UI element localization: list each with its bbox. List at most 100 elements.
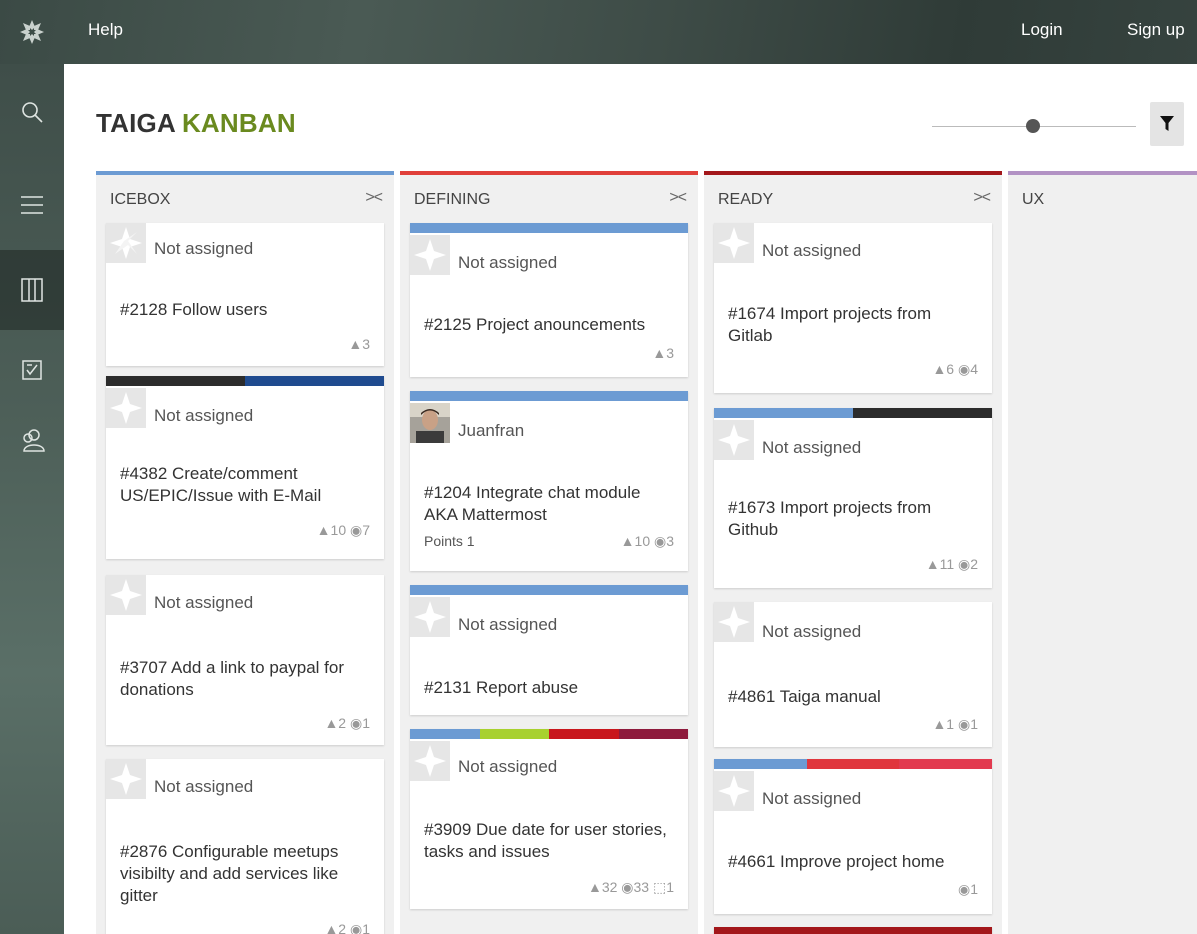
us-card-partial[interactable] [714, 927, 992, 934]
assignee-name: Not assigned [154, 777, 254, 796]
fold-column-button[interactable]: >< [365, 189, 383, 207]
taiga-logo-icon[interactable] [0, 0, 64, 64]
column-defining: DEFINING >< Not assigned #2125 Project a… [400, 171, 698, 934]
us-card-4861[interactable]: Not assigned #4861 Taiga manual ▲1 ◉1 [714, 602, 992, 747]
us-card-4382[interactable]: Not assigned #4382 Create/comment US/EPI… [106, 376, 384, 559]
us-stats: ▲32 ◉33 ⬚1 [587, 879, 674, 895]
avatar [410, 597, 450, 637]
us-subject[interactable]: #4382 Create/comment US/EPIC/Issue with … [120, 463, 370, 507]
project-name: TAIGA [96, 108, 176, 138]
us-card-4661[interactable]: Not assigned #4661 Improve project home … [714, 759, 992, 914]
us-stats: ▲6 ◉4 [932, 361, 978, 377]
us-stats: ▲2 ◉1 [324, 715, 370, 731]
issues-icon[interactable] [0, 340, 64, 400]
kanban-main: TAIGA KANBAN ICEBOX >< Not assigned #2128… [64, 64, 1197, 934]
avatar [106, 223, 146, 263]
fold-column-button[interactable]: >< [669, 189, 687, 207]
assignee-name: Not assigned [762, 438, 862, 457]
column-title: ICEBOX [110, 191, 171, 208]
us-card-2131[interactable]: Not assigned #2131 Report abuse [410, 585, 688, 715]
avatar [106, 575, 146, 615]
column-color-bar [1008, 171, 1197, 175]
search-icon[interactable] [0, 82, 64, 142]
assignee-name: Juanfran [458, 421, 525, 440]
us-stats: ▲3 [348, 336, 370, 352]
column-icebox: ICEBOX >< Not assigned #2128 Follow user… [96, 171, 394, 934]
filter-icon [1160, 116, 1174, 131]
section-name: KANBAN [181, 108, 296, 138]
avatar [106, 388, 146, 428]
tag-bar [714, 408, 992, 418]
zoom-slider-handle[interactable] [1026, 119, 1040, 133]
assignee-name: Not assigned [762, 241, 862, 260]
assignee-name: Not assigned [762, 622, 862, 641]
assignee-name: Not assigned [154, 593, 254, 612]
project-sidebar [0, 64, 64, 934]
assignee-name: Not assigned [154, 406, 254, 425]
us-subject[interactable]: #1674 Import projects from Gitlab [728, 303, 978, 347]
page-title: TAIGA KANBAN [96, 108, 296, 139]
column-title: READY [718, 191, 774, 208]
us-subject[interactable]: #1204 Integrate chat module AKA Mattermo… [424, 482, 674, 526]
us-subject[interactable]: #4661 Improve project home [728, 851, 978, 873]
team-icon[interactable] [0, 410, 64, 470]
us-stats: ▲1 ◉1 [932, 716, 978, 732]
us-subject[interactable]: #2125 Project anouncements [424, 314, 674, 336]
kanban-icon[interactable] [0, 250, 64, 330]
us-card-1204[interactable]: Juanfran #1204 Integrate chat module AKA… [410, 391, 688, 571]
tag-bar [410, 729, 688, 739]
column-color-bar [96, 171, 394, 175]
us-stats: ▲2 ◉1 [324, 921, 370, 934]
us-subject[interactable]: #2128 Follow users [120, 299, 370, 321]
us-subject[interactable]: #3707 Add a link to paypal for donations [120, 657, 370, 701]
avatar [714, 223, 754, 263]
filter-button[interactable] [1150, 102, 1184, 146]
tag-bar [410, 585, 688, 595]
avatar-juanfran [410, 403, 450, 443]
us-stats: ◉1 [957, 881, 978, 897]
avatar [714, 771, 754, 811]
us-card-1674[interactable]: Not assigned #1674 Import projects from … [714, 223, 992, 393]
column-title: DEFINING [414, 191, 491, 208]
avatar [714, 420, 754, 460]
avatar [410, 235, 450, 275]
column-ux: UX [1008, 171, 1197, 934]
avatar [714, 602, 754, 642]
us-card-2125[interactable]: Not assigned #2125 Project anouncements … [410, 223, 688, 377]
tag-bar [410, 391, 688, 401]
us-stats: ▲11 ◉2 [925, 556, 978, 572]
tag-bar [106, 376, 384, 386]
top-navigation-bar: Help Login Sign up [0, 0, 1197, 64]
us-stats: ▲10 ◉7 [316, 522, 370, 538]
tag-bar [714, 927, 992, 934]
us-subject[interactable]: #2876 Configurable meetups visibilty and… [120, 841, 370, 907]
us-subject[interactable]: #2131 Report abuse [424, 677, 674, 699]
signup-link[interactable]: Sign up [1127, 20, 1185, 40]
assignee-name: Not assigned [458, 757, 558, 776]
column-title: UX [1022, 191, 1045, 208]
assignee-name: Not assigned [458, 253, 558, 272]
column-ready: READY >< Not assigned #1674 Import proje… [704, 171, 1002, 934]
assignee-name: Not assigned [762, 789, 862, 808]
us-card-3909[interactable]: Not assigned #3909 Due date for user sto… [410, 729, 688, 909]
us-card-2128[interactable]: Not assigned #2128 Follow users ▲3 [106, 223, 384, 366]
backlog-icon[interactable] [0, 175, 64, 235]
us-subject[interactable]: #1673 Import projects from Github [728, 497, 978, 541]
us-subject[interactable]: #3909 Due date for user stories, tasks a… [424, 819, 674, 863]
tag-bar [714, 759, 992, 769]
avatar [106, 759, 146, 799]
us-card-3707[interactable]: Not assigned #3707 Add a link to paypal … [106, 575, 384, 745]
help-link[interactable]: Help [88, 20, 123, 40]
tag-bar [410, 223, 688, 233]
us-points: Points 1 [424, 533, 475, 549]
us-subject[interactable]: #4861 Taiga manual [728, 686, 978, 708]
avatar [410, 741, 450, 781]
column-color-bar [400, 171, 698, 175]
fold-column-button[interactable]: >< [973, 189, 991, 207]
login-link[interactable]: Login [1021, 20, 1063, 40]
us-card-1673[interactable]: Not assigned #1673 Import projects from … [714, 408, 992, 588]
column-color-bar [704, 171, 1002, 175]
us-stats: ▲3 [652, 345, 674, 361]
us-card-2876[interactable]: Not assigned #2876 Configurable meetups … [106, 759, 384, 934]
us-stats: ▲10 ◉3 [620, 533, 674, 549]
